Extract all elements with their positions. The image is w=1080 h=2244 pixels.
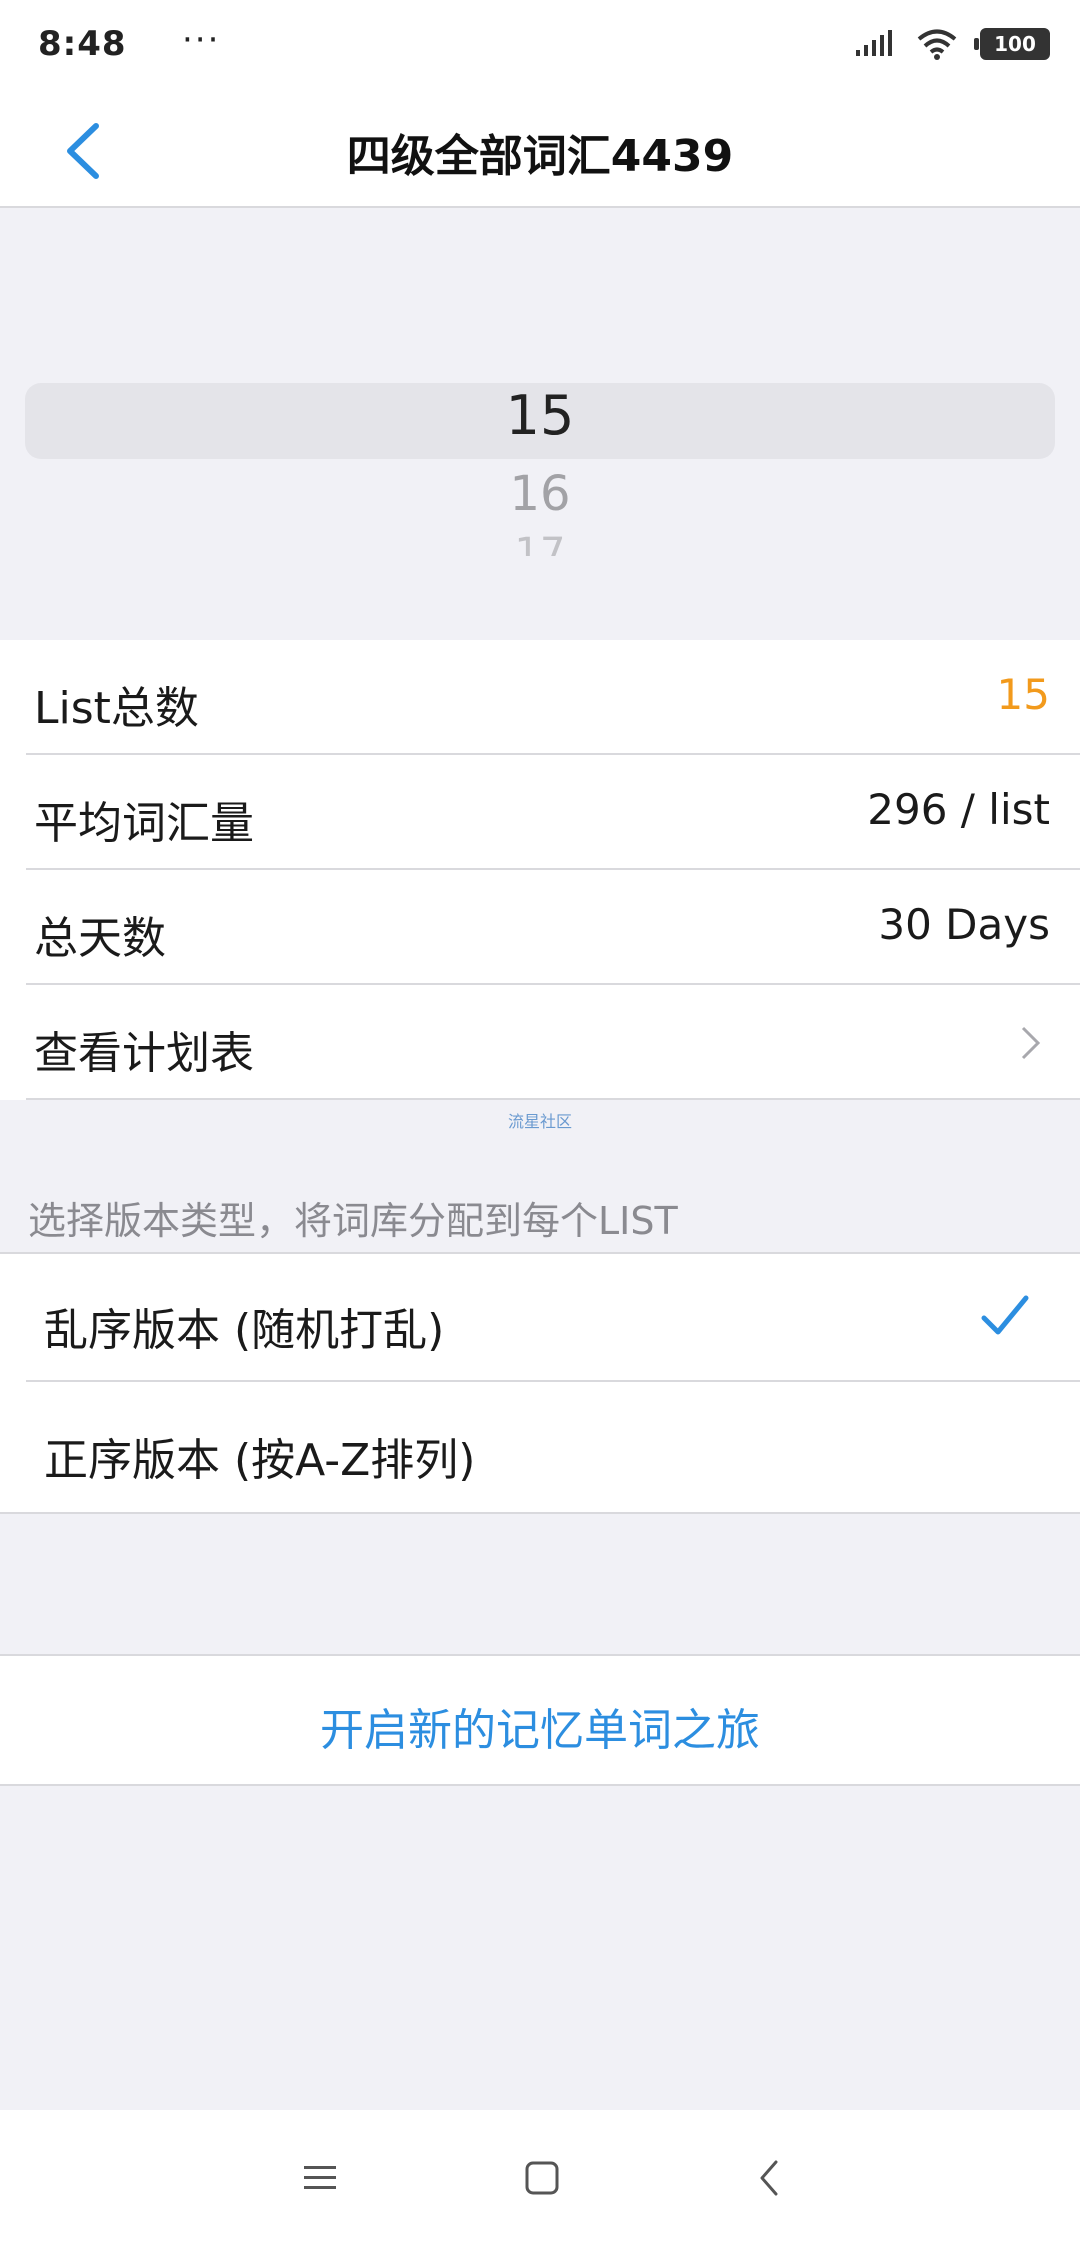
- chevron-right-icon: [1021, 1026, 1041, 1060]
- home-icon[interactable]: [522, 2158, 562, 2198]
- nav-header: 四级全部词汇4439: [0, 96, 1080, 208]
- signal-icon: [856, 30, 892, 56]
- plan-info-list: List总数 15 平均词汇量 296 / list 总天数 30 Days 查…: [0, 640, 1080, 1100]
- status-more-icon: ···: [182, 20, 221, 60]
- avg-words-label: 平均词汇量: [34, 798, 254, 849]
- start-journey-row[interactable]: 开启新的记忆单词之旅: [0, 1654, 1080, 1786]
- wifi-icon: [917, 29, 957, 60]
- status-time: 8:48: [38, 24, 127, 64]
- divider: [26, 1098, 1080, 1100]
- back-icon[interactable]: [750, 2158, 790, 2198]
- list-total-row: List总数 15: [0, 640, 1080, 755]
- page-title: 四级全部词汇4439: [346, 131, 734, 182]
- version-section-caption: 选择版本类型，将词库分配到每个LIST: [28, 1199, 678, 1243]
- option-alphabetical[interactable]: 正序版本 (按A-Z排列): [0, 1384, 1080, 1512]
- option-shuffled-label: 乱序版本 (随机打乱): [44, 1305, 445, 1356]
- status-icons: 100: [854, 28, 1050, 60]
- picker-next2-value[interactable]: 17: [0, 530, 1080, 556]
- list-total-value: 15: [996, 670, 1050, 719]
- status-bar: 8:48 ··· 100: [0, 0, 1080, 96]
- avg-words-row: 平均词汇量 296 / list: [0, 755, 1080, 870]
- total-days-label: 总天数: [34, 913, 166, 964]
- menu-icon[interactable]: [300, 2158, 340, 2198]
- battery-icon: 100: [974, 28, 1050, 60]
- picker-selected-value[interactable]: 15: [0, 384, 1080, 447]
- system-nav-bar: [0, 2110, 1080, 2244]
- view-schedule-label: 查看计划表: [34, 1028, 254, 1079]
- watermark-text: 流星社区: [507, 1112, 572, 1131]
- total-days-value: 30 Days: [878, 900, 1050, 949]
- avg-words-value: 296 / list: [867, 785, 1050, 834]
- start-journey-button[interactable]: 开启新的记忆单词之旅: [0, 1694, 1080, 1758]
- version-options: 乱序版本 (随机打乱) 正序版本 (按A-Z排列): [0, 1252, 1080, 1514]
- option-shuffled[interactable]: 乱序版本 (随机打乱): [0, 1254, 1080, 1382]
- picker-next-value[interactable]: 16: [0, 466, 1080, 522]
- list-total-label: List总数: [34, 683, 199, 734]
- view-schedule-row[interactable]: 查看计划表: [0, 985, 1080, 1100]
- list-count-picker[interactable]: 15 16 17: [0, 208, 1080, 640]
- total-days-row: 总天数 30 Days: [0, 870, 1080, 985]
- divider: [26, 1380, 1080, 1382]
- option-alphabetical-label: 正序版本 (按A-Z排列): [44, 1435, 476, 1486]
- checkmark-icon: [981, 1295, 1029, 1335]
